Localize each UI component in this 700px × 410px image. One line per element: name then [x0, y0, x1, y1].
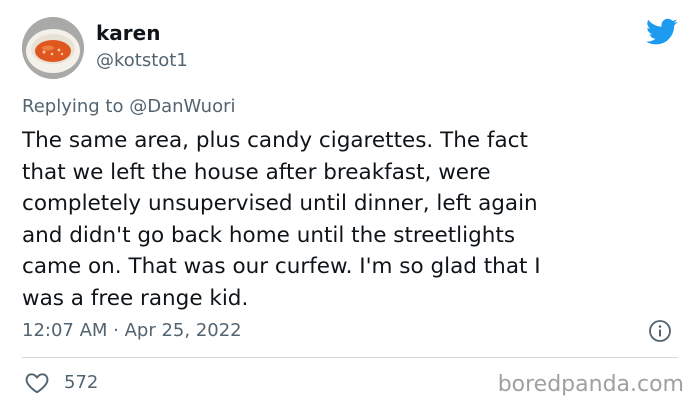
tweet-timestamp[interactable]: 12:07 AM · Apr 25, 2022 — [22, 319, 242, 343]
tweet-text-line: The same area, plus candy cigarettes. Th… — [22, 128, 528, 153]
like-button[interactable]: 572 — [24, 370, 98, 396]
info-icon[interactable] — [648, 319, 672, 343]
tweet-card: karen @kotstot1 Replying to @DanWuori Th… — [0, 0, 700, 410]
author-name[interactable]: karen — [96, 21, 160, 45]
tweet-text-line: and didn't go back home until the street… — [22, 222, 516, 248]
tweet-text: The same area, plus candy cigarettes. Th… — [22, 125, 672, 314]
avatar-image — [22, 17, 84, 79]
twitter-bird-icon[interactable] — [646, 18, 678, 46]
tweet-text-line: that we left the house after breakfast, … — [22, 159, 491, 185]
divider — [22, 357, 678, 358]
watermark: boredpanda.com — [497, 372, 684, 397]
reply-to-handle[interactable]: @DanWuori — [129, 96, 235, 117]
reply-prefix: Replying to — [22, 96, 124, 117]
tweet-text-line: came on. That was our curfew. I'm so gla… — [22, 254, 541, 279]
tweet-text-line: was a free range kid. — [22, 285, 249, 311]
author-handle[interactable]: @kotstot1 — [96, 50, 188, 72]
reply-context: Replying to @DanWuori — [22, 95, 236, 119]
tweet-text-line: completely unsupervised until dinner, le… — [22, 191, 538, 216]
avatar[interactable] — [22, 17, 84, 79]
like-count: 572 — [64, 372, 99, 393]
heart-icon — [24, 370, 50, 396]
